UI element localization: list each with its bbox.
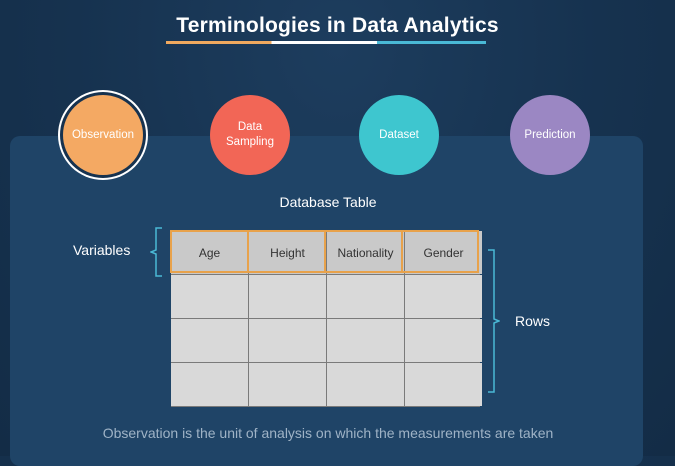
concept-prediction[interactable]: Prediction <box>510 95 590 175</box>
table-cell <box>249 363 326 406</box>
variables-bracket-icon <box>150 227 162 277</box>
table-cell <box>405 363 482 406</box>
table-cell <box>405 275 482 318</box>
table-cell <box>171 319 248 362</box>
table-cell <box>171 363 248 406</box>
concept-label: Observation <box>71 128 134 141</box>
column-header-gender: Gender <box>405 231 482 274</box>
rows-label: Rows <box>515 313 551 329</box>
table-cell <box>327 275 404 318</box>
concept-data-sampling[interactable]: Data Sampling <box>210 95 290 175</box>
concept-label: Prediction <box>524 128 576 141</box>
table-cell <box>171 275 248 318</box>
variables-label: Variables <box>73 242 131 258</box>
column-header-height: Height <box>249 231 326 274</box>
slide-title: Terminologies in Data Analytics <box>176 14 499 37</box>
header-divider <box>324 230 326 273</box>
table-cell <box>327 319 404 362</box>
header-divider <box>401 230 403 273</box>
concept-observation[interactable]: Observation <box>63 95 143 175</box>
header-divider <box>247 230 249 273</box>
column-header-age: Age <box>171 231 248 274</box>
concept-dataset[interactable]: Dataset <box>359 95 439 175</box>
caption: Observation is the unit of analysis on w… <box>102 425 554 441</box>
title-underline <box>166 41 486 44</box>
rows-bracket-icon <box>488 249 500 393</box>
table-cell <box>249 275 326 318</box>
concept-label: Data Sampling <box>226 121 274 148</box>
table-title: Database Table <box>279 194 377 210</box>
table-cell <box>327 363 404 406</box>
table-cell <box>249 319 326 362</box>
column-header-nationality: Nationality <box>327 231 404 274</box>
concept-label: Dataset <box>379 128 419 141</box>
table-cell <box>405 319 482 362</box>
